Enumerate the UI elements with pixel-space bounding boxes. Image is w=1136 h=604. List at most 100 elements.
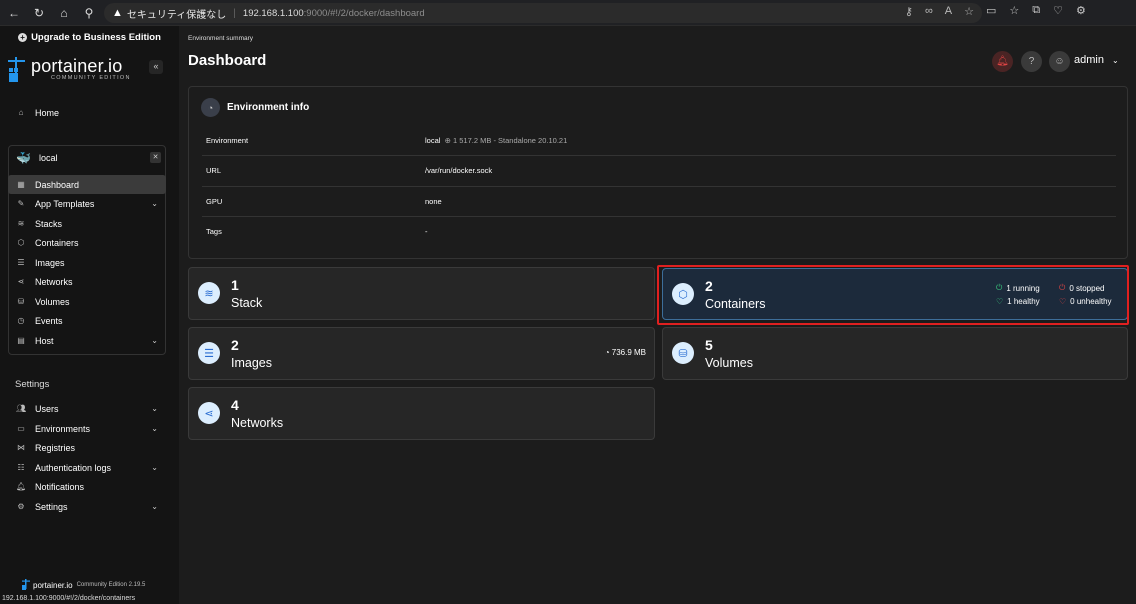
browser-toolbar: ← ↻ ⌂ ⚲ ▲ セキュリティ保護なし | 192.168.1.100:900… [0, 0, 1136, 26]
user-avatar-icon[interactable]: ☺ [1049, 51, 1070, 72]
tile-count: 4 [231, 397, 239, 413]
sidebar-item-label: Notifications [35, 481, 85, 492]
env-row-key: GPU [206, 197, 223, 206]
sidebar-item-host[interactable]: ▤ Host ⌄ [8, 331, 166, 350]
tile-label: Stack [231, 296, 263, 310]
list-icon: ☰ [17, 258, 25, 267]
footer-logo: portainer.io Community Edition 2.19.5 [22, 579, 145, 591]
plus-icon: + [18, 32, 28, 42]
bell-icon: 🔔︎ [16, 482, 27, 491]
sidebar-item-notifications[interactable]: 🔔︎ Notifications [8, 477, 166, 496]
networks-tile[interactable]: ⋖ 4 Networks [188, 387, 655, 440]
sidebar-item-label: Host [35, 335, 54, 346]
crane-icon [22, 579, 30, 590]
close-icon[interactable]: ✕ [150, 152, 161, 163]
env-row-gpu: GPU none [202, 186, 1116, 216]
sidebar-item-images[interactable]: ☰ Images [8, 253, 166, 272]
favorites-icon[interactable]: ☆ [1009, 4, 1019, 17]
volumes-tile[interactable]: ⛁ 5 Volumes [662, 327, 1128, 380]
collapse-sidebar-button[interactable]: « [149, 60, 163, 74]
sidebar-item-users[interactable]: 👥︎ Users ⌄ [8, 399, 166, 418]
chevron-down-icon: ⌄ [1111, 56, 1119, 65]
environment-header: 🐳 local [8, 149, 166, 167]
split-screen-icon[interactable]: ▭ [986, 4, 996, 17]
tile-count: 2 [231, 337, 239, 353]
env-row-url: URL /var/run/docker.sock [202, 155, 1116, 185]
sidebar-item-settings[interactable]: ⚙ Settings ⌄ [8, 497, 166, 516]
sidebar-item-label: Environments [35, 423, 91, 434]
warning-icon: ▲ [112, 7, 123, 19]
host-icon: ▤ [17, 336, 25, 345]
chevron-down-icon: ⌄ [151, 424, 158, 433]
extensions-icon[interactable]: ⚙ [1076, 4, 1086, 17]
home-icon[interactable]: ⌂ [53, 2, 75, 24]
sidebar-item-label: Volumes [35, 296, 70, 307]
images-size-value: 736.9 MB [611, 348, 646, 357]
tile-label: Images [231, 356, 272, 370]
sidebar-item-events[interactable]: ◷ Events [8, 311, 166, 330]
logo-subtitle: COMMUNITY EDITION [51, 75, 131, 81]
share-icon: ⋖ [198, 402, 220, 424]
home-icon: ⌂ [18, 108, 24, 117]
env-row-value: none [425, 197, 442, 206]
sidebar-item-home[interactable]: ⌂ Home [8, 103, 166, 122]
sidebar-item-label: App Templates [35, 198, 95, 209]
layers-icon: ≋ [17, 219, 25, 228]
box-icon: ⬡ [17, 238, 25, 247]
chevron-down-icon: ⌄ [151, 463, 158, 472]
stack-tile[interactable]: ≋ 1 Stack [188, 267, 655, 320]
cpu-icon: ⊕ [442, 135, 451, 145]
images-tile[interactable]: ☰ 2 Images ◔ 736.9 MB [188, 327, 655, 380]
sidebar-item-volumes[interactable]: ⛁ Volumes [8, 292, 166, 311]
notification-bell-icon[interactable]: 🔔︎ [992, 51, 1013, 72]
sidebar-item-containers[interactable]: ⬡ Containers [8, 233, 166, 252]
sidebar-item-dashboard[interactable]: ▦ Dashboard [8, 175, 166, 194]
sidebar-item-authentication-logs[interactable]: ☷ Authentication logs ⌄ [8, 458, 166, 477]
read-aloud-icon[interactable]: A [945, 5, 952, 18]
sidebar-item-label: Authentication logs [35, 462, 112, 473]
key-icon[interactable]: ⚷ [905, 5, 913, 18]
environment-info-header: ◔ Environment info [201, 98, 309, 117]
logo-name: portainer.io [31, 56, 123, 76]
sidebar-item-label: Registries [35, 442, 76, 453]
sidebar-item-label: Events [35, 315, 63, 326]
sidebar-item-stacks[interactable]: ≋ Stacks [8, 214, 166, 233]
sidebar-item-registries[interactable]: ⋈ Registries [8, 438, 166, 457]
sidebar-item-environments[interactable]: ▭ Environments ⌄ [8, 419, 166, 438]
username: admin [1074, 54, 1104, 66]
favorite-star-icon[interactable]: ☆ [964, 5, 974, 18]
env-row-key: Environment [206, 135, 249, 145]
chevron-down-icon: ⌄ [151, 404, 158, 413]
url-text: 192.168.1.100:9000/#!/2/docker/dashboard [243, 8, 425, 19]
page-title: Dashboard [188, 52, 267, 69]
tile-count: 5 [705, 337, 713, 353]
address-tools: ⚷ ∞ A ☆ [905, 5, 974, 18]
url-host: 192.168.1.100 [242, 7, 304, 19]
sidebar-item-label: Networks [35, 276, 73, 287]
chevron-down-icon: ⌄ [151, 199, 158, 208]
sidebar-item-label: Images [35, 257, 65, 268]
user-menu[interactable]: admin ⌄ [1074, 54, 1119, 66]
sidebar-item-app-templates[interactable]: ✎ App Templates ⌄ [8, 194, 166, 213]
collections-icon[interactable]: ⧉ [1032, 4, 1040, 17]
heart-icon[interactable]: ♡ [1053, 4, 1063, 17]
upgrade-button[interactable]: + Upgrade to Business Edition [0, 26, 179, 48]
url-path: :9000/#!/2/docker/dashboard [303, 7, 425, 19]
footer-version: Community Edition 2.19.5 [76, 582, 146, 588]
sidebar: + Upgrade to Business Edition portainer.… [0, 26, 179, 604]
refresh-icon[interactable]: ↻ [28, 2, 50, 24]
env-row-value: /var/run/docker.sock [425, 166, 493, 175]
database-icon: ⛁ [17, 297, 25, 306]
status-bar-url: 192.168.1.100:9000/#!/2/docker/container… [0, 594, 138, 604]
search-icon[interactable]: ⚲ [78, 2, 100, 24]
reader-icon[interactable]: ∞ [925, 5, 933, 18]
address-bar[interactable]: ▲ セキュリティ保護なし | 192.168.1.100:9000/#!/2/d… [104, 3, 982, 23]
gauge-icon: ◔ [201, 98, 220, 117]
env-row-value: - [425, 227, 428, 236]
tile-label: Networks [231, 416, 284, 430]
sidebar-item-networks[interactable]: ⋖ Networks [8, 272, 166, 291]
help-icon[interactable]: ? [1021, 51, 1042, 72]
portainer-logo[interactable]: portainer.io COMMUNITY EDITION [8, 57, 131, 85]
back-icon[interactable]: ← [3, 2, 25, 24]
address-separator: | [233, 7, 236, 19]
